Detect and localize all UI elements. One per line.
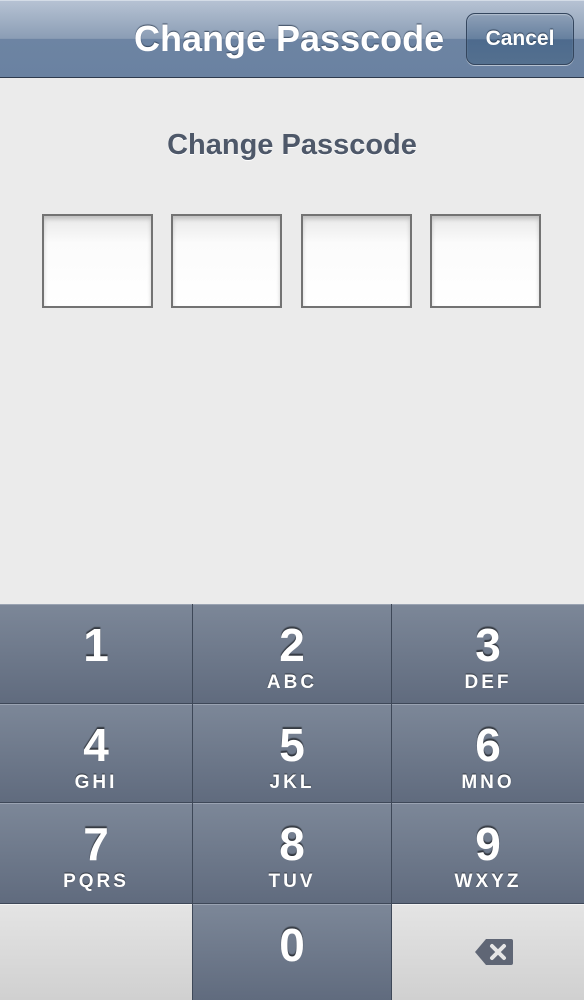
key-2[interactable]: 2 ABC: [193, 604, 391, 703]
passcode-digit-box-4: [430, 214, 541, 308]
key-digit: 8: [279, 818, 305, 870]
key-digit: 6: [475, 719, 501, 771]
passcode-digit-box-1: [42, 214, 153, 308]
key-digit: 7: [83, 818, 109, 870]
key-1[interactable]: 1: [0, 604, 192, 703]
key-letters: JKL: [269, 772, 315, 793]
key-digit: 9: [475, 818, 501, 870]
numeric-keypad: 1 2 ABC 3 DEF 4 GHI 5 JKL 6 MNO 7 PQRS 8…: [0, 604, 584, 1000]
key-6[interactable]: 6 MNO: [392, 704, 584, 802]
key-letters: MNO: [461, 772, 515, 793]
navigation-bar: Change Passcode Cancel: [0, 0, 584, 78]
delete-backspace-icon: [475, 939, 513, 965]
key-0[interactable]: 0: [193, 904, 391, 1000]
delete-key[interactable]: [392, 904, 584, 1000]
key-digit: 3: [475, 619, 501, 671]
key-letters: ABC: [266, 672, 318, 693]
key-9[interactable]: 9 WXYZ: [392, 803, 584, 903]
keypad-blank-key: [0, 904, 192, 1000]
passcode-digit-box-2: [171, 214, 282, 308]
key-digit: 2: [279, 619, 305, 671]
cancel-button[interactable]: Cancel: [466, 13, 574, 65]
key-3[interactable]: 3 DEF: [392, 604, 584, 703]
key-letters: WXYZ: [454, 871, 522, 892]
key-digit: 4: [83, 719, 109, 771]
key-4[interactable]: 4 GHI: [0, 704, 192, 802]
key-digit: 0: [279, 919, 305, 971]
key-digit: 1: [83, 619, 109, 671]
key-letters: DEF: [464, 672, 512, 693]
key-7[interactable]: 7 PQRS: [0, 803, 192, 903]
passcode-digit-box-3: [301, 214, 412, 308]
key-letters: GHI: [74, 772, 118, 793]
key-digit: 5: [279, 719, 305, 771]
key-5[interactable]: 5 JKL: [193, 704, 391, 802]
key-8[interactable]: 8 TUV: [193, 803, 391, 903]
passcode-prompt: Change Passcode: [167, 129, 417, 161]
key-letters: TUV: [268, 871, 316, 892]
key-letters: PQRS: [63, 871, 129, 892]
